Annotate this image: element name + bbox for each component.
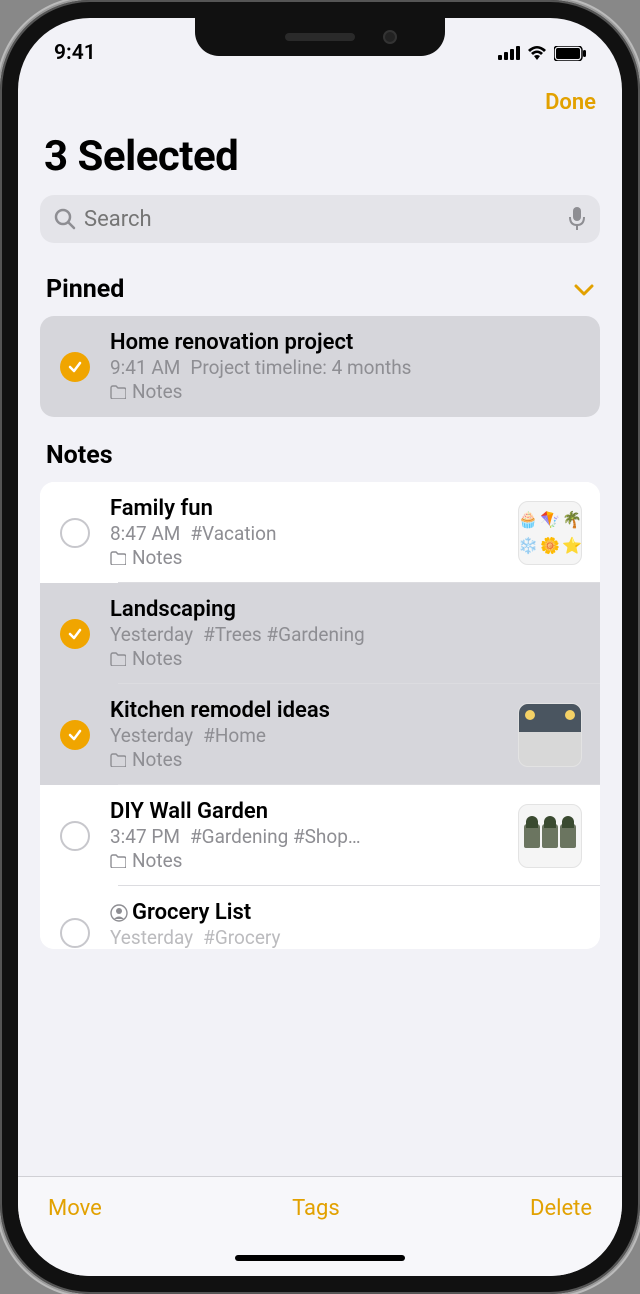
note-row[interactable]: DIY Wall Garden 3:47 PM #Gardening #Shop…… xyxy=(40,785,600,886)
section-notes-label: Notes xyxy=(46,441,113,470)
note-title: Family fun xyxy=(110,496,504,521)
note-row[interactable]: Grocery List Yesterday #Grocery xyxy=(40,886,600,949)
folder-icon xyxy=(110,854,126,868)
note-time: 8:47 AM xyxy=(110,522,180,545)
note-tags: #Home xyxy=(203,724,266,747)
note-tags: #Grocery xyxy=(203,926,280,949)
selection-checkbox[interactable] xyxy=(60,720,90,750)
folder-icon xyxy=(110,652,126,666)
selection-checkbox[interactable] xyxy=(60,821,90,851)
note-time: Yesterday xyxy=(110,724,193,747)
home-indicator-area xyxy=(18,1240,622,1276)
chevron-down-icon xyxy=(574,283,594,297)
delete-button[interactable]: Delete xyxy=(530,1196,592,1221)
note-thumbnail xyxy=(518,703,582,767)
section-pinned-header[interactable]: Pinned xyxy=(18,265,622,316)
note-row[interactable]: Home renovation project 9:41 AM Project … xyxy=(40,316,600,417)
note-folder-label: Notes xyxy=(132,380,183,403)
note-tags: #Gardening #Shop… xyxy=(190,825,361,848)
selection-checkbox[interactable] xyxy=(60,918,90,948)
check-icon xyxy=(67,727,83,743)
selection-checkbox[interactable] xyxy=(60,352,90,382)
note-title: Landscaping xyxy=(110,597,582,622)
nav-bar: Done xyxy=(18,74,622,122)
note-title: Kitchen remodel ideas xyxy=(110,698,504,723)
note-time: Yesterday xyxy=(110,926,193,949)
tags-button[interactable]: Tags xyxy=(292,1196,340,1221)
note-time: 9:41 AM xyxy=(110,356,180,379)
note-thumbnail xyxy=(518,804,582,868)
note-time: Yesterday xyxy=(110,623,193,646)
bottom-toolbar: Move Tags Delete xyxy=(18,1176,622,1240)
note-title: DIY Wall Garden xyxy=(110,799,504,824)
note-folder-label: Notes xyxy=(132,546,183,569)
folder-icon xyxy=(110,551,126,565)
selection-checkbox[interactable] xyxy=(60,518,90,548)
move-button[interactable]: Move xyxy=(48,1196,102,1221)
check-icon xyxy=(67,359,83,375)
note-tags: #Vacation xyxy=(190,522,276,545)
status-time: 9:41 xyxy=(54,41,96,65)
done-button[interactable]: Done xyxy=(545,90,596,115)
note-thumbnail: 🧁🪁🌴❄️🌼⭐ xyxy=(518,501,582,565)
note-time: 3:47 PM xyxy=(110,825,180,848)
section-notes-header: Notes xyxy=(18,417,622,482)
battery-icon xyxy=(554,46,586,61)
note-row[interactable]: Kitchen remodel ideas Yesterday #Home Not… xyxy=(40,684,600,785)
note-tags: #Trees #Gardening xyxy=(203,623,365,646)
note-title: Home renovation project xyxy=(110,330,582,355)
note-folder-label: Notes xyxy=(132,748,183,771)
home-indicator[interactable] xyxy=(235,1255,405,1261)
notes-list: Family fun 8:47 AM #Vacation Notes 🧁🪁🌴❄️🌼… xyxy=(40,482,600,949)
mic-icon[interactable] xyxy=(568,207,586,231)
folder-icon xyxy=(110,385,126,399)
search-input[interactable] xyxy=(84,207,560,232)
selection-checkbox[interactable] xyxy=(60,619,90,649)
note-folder-label: Notes xyxy=(132,849,183,872)
note-row[interactable]: Landscaping Yesterday #Trees #Gardening N… xyxy=(40,583,600,684)
note-title: Grocery List xyxy=(132,900,251,925)
shared-icon xyxy=(110,904,128,922)
pinned-list: Home renovation project 9:41 AM Project … xyxy=(40,316,600,417)
note-row[interactable]: Family fun 8:47 AM #Vacation Notes 🧁🪁🌴❄️🌼… xyxy=(40,482,600,583)
search-bar[interactable] xyxy=(40,195,600,243)
check-icon xyxy=(67,626,83,642)
note-tags: Project timeline: 4 months xyxy=(190,356,411,379)
cellular-icon xyxy=(498,46,520,60)
note-folder-label: Notes xyxy=(132,647,183,670)
folder-icon xyxy=(110,753,126,767)
page-title: 3 Selected xyxy=(18,122,622,195)
search-icon xyxy=(54,208,76,230)
wifi-icon xyxy=(526,45,548,61)
section-pinned-label: Pinned xyxy=(46,275,124,304)
